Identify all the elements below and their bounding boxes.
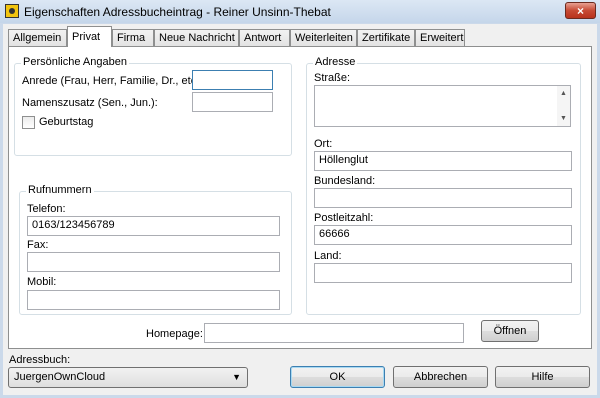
country-label: Land:	[314, 250, 342, 262]
mobile-input[interactable]	[27, 290, 280, 310]
birthday-checkbox[interactable]	[22, 116, 35, 129]
tab-neue-nachricht[interactable]: Neue Nachricht	[154, 29, 239, 46]
homepage-label: Homepage:	[146, 328, 203, 340]
address-group: Adresse Straße: ▲ ▼ Ort: Höllenglut Bund…	[306, 56, 581, 315]
open-homepage-button[interactable]: Öffnen	[481, 320, 539, 342]
suffix-input[interactable]	[192, 92, 273, 112]
ok-button[interactable]: OK	[290, 366, 385, 388]
window-title: Eigenschaften Adressbucheintrag - Reiner…	[24, 5, 331, 19]
salutation-label: Anrede (Frau, Herr, Familie, Dr., etc.):	[22, 75, 206, 87]
dialog-window: Eigenschaften Adressbucheintrag - Reiner…	[0, 0, 600, 398]
street-textarea[interactable]: ▲ ▼	[314, 85, 571, 127]
address-group-label: Adresse	[313, 56, 358, 68]
state-label: Bundesland:	[314, 175, 376, 187]
country-input[interactable]	[314, 263, 572, 283]
tab-zertifikate[interactable]: Zertifikate	[357, 29, 415, 46]
zip-input[interactable]: 66666	[314, 225, 572, 245]
dialog-client: Allgemein Privat Firma Neue Nachricht An…	[3, 24, 597, 395]
tab-weiterleiten[interactable]: Weiterleiten	[290, 29, 357, 46]
phone-input[interactable]: 0163/123456789	[27, 216, 280, 236]
addressbook-value: JuergenOwnCloud	[14, 371, 106, 383]
city-input[interactable]: Höllenglut	[314, 151, 572, 171]
phones-group-label: Rufnummern	[26, 184, 94, 196]
suffix-label: Namenszusatz (Sen., Jun.):	[22, 97, 158, 109]
street-label: Straße:	[314, 72, 351, 84]
street-scrollbar[interactable]: ▲ ▼	[557, 86, 570, 126]
zip-label: Postleitzahl:	[314, 212, 374, 224]
personal-group: Persönliche Angaben Anrede (Frau, Herr, …	[14, 56, 292, 156]
birthday-label: Geburtstag	[39, 116, 94, 128]
tab-erweitert[interactable]: Erweitert	[415, 29, 465, 46]
chevron-down-icon: ▼	[232, 372, 241, 382]
tab-panel-privat: Persönliche Angaben Anrede (Frau, Herr, …	[8, 46, 592, 349]
fax-label: Fax:	[27, 239, 49, 251]
scroll-down-icon[interactable]: ▼	[560, 115, 567, 122]
tab-antwort[interactable]: Antwort	[239, 29, 290, 46]
close-button[interactable]: ×	[565, 2, 596, 19]
help-button[interactable]: Hilfe	[495, 366, 590, 388]
app-icon	[5, 4, 19, 18]
tab-firma[interactable]: Firma	[112, 29, 154, 46]
homepage-input[interactable]	[204, 323, 464, 343]
addressbook-label: Adressbuch:	[9, 354, 71, 366]
city-label: Ort:	[314, 138, 333, 150]
personal-group-label: Persönliche Angaben	[21, 56, 129, 68]
phone-label: Telefon:	[27, 203, 66, 215]
scroll-up-icon[interactable]: ▲	[560, 90, 567, 97]
tab-privat[interactable]: Privat	[67, 26, 112, 47]
cancel-button[interactable]: Abbrechen	[393, 366, 488, 388]
fax-input[interactable]	[27, 252, 280, 272]
title-bar[interactable]: Eigenschaften Adressbucheintrag - Reiner…	[0, 0, 600, 23]
addressbook-select[interactable]: JuergenOwnCloud ▼	[8, 367, 248, 388]
mobile-label: Mobil:	[27, 276, 57, 288]
salutation-input[interactable]	[192, 70, 273, 90]
tab-allgemein[interactable]: Allgemein	[8, 29, 67, 46]
state-input[interactable]	[314, 188, 572, 208]
phones-group: Rufnummern Telefon: 0163/123456789 Fax: …	[19, 184, 292, 315]
